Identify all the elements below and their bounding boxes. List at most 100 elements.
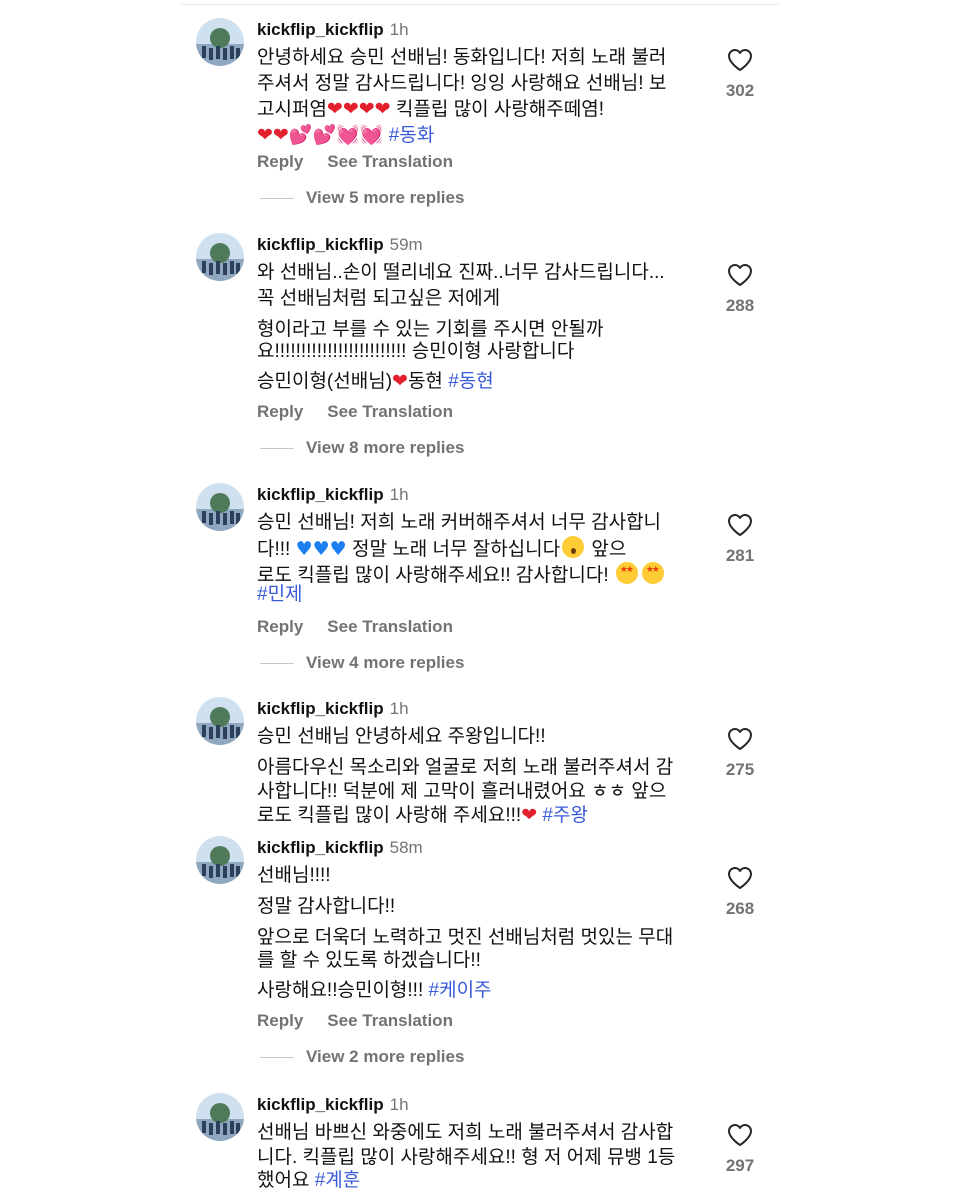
avatar[interactable] <box>196 697 244 745</box>
view-more-label: View 8 more replies <box>306 438 465 457</box>
pink-hearts-emoji: 💕💕💓💓 <box>288 124 384 146</box>
blue-heart-emoji: ♥♥♥ <box>295 538 347 560</box>
red-heart-emoji: ❤ <box>521 804 538 826</box>
astonished-face-emoji <box>562 536 585 558</box>
view-more-label: View 5 more replies <box>306 188 465 207</box>
reply-button[interactable]: Reply <box>257 152 303 171</box>
like-button[interactable]: 302 <box>720 48 760 101</box>
comment-text: 를 할 수 있도록 하겠습니다!! <box>257 950 481 971</box>
reply-button[interactable]: Reply <box>257 617 303 636</box>
hashtag-link[interactable]: #케이주 <box>429 980 492 1001</box>
hashtag-link[interactable]: #민제 <box>257 584 303 605</box>
username[interactable]: kickflip_kickflip <box>257 20 384 39</box>
heart-outline-icon <box>728 1124 752 1146</box>
hashtag-link[interactable]: #계훈 <box>315 1170 361 1191</box>
like-count: 275 <box>725 760 755 779</box>
comment-text: 했어요 <box>257 1170 310 1191</box>
like-button[interactable]: 281 <box>720 513 760 566</box>
comment-text: 승민 선배님! 저희 노래 커버해주셔서 너무 감사합니 <box>257 512 662 533</box>
comment-text: 요!!!!!!!!!!!!!!!!!!!!!!!!! 승민이형 사랑합니다 <box>257 341 575 362</box>
like-button[interactable]: 268 <box>720 866 760 919</box>
divider <box>260 198 294 200</box>
reply-button[interactable]: Reply <box>257 1011 303 1030</box>
comment-text: 로도 킥플립 많이 사랑해 주세요!!! <box>257 805 522 826</box>
hashtag-link[interactable]: #동현 <box>448 371 494 392</box>
hashtag-line: #민제 <box>257 582 303 608</box>
comment-text: 로도 킥플립 많이 사랑해주세요!! 감사합니다! <box>257 565 609 586</box>
timestamp: 59m <box>389 235 423 254</box>
comment-text-line: 했어요 #계훈 <box>257 1168 360 1194</box>
view-more-replies-button[interactable]: View 4 more replies <box>260 653 464 673</box>
comment-text-line: 사랑해요!!승민이형!!! #케이주 <box>257 978 492 1004</box>
see-translation-button[interactable]: See Translation <box>327 1011 453 1030</box>
username[interactable]: kickflip_kickflip <box>257 235 384 254</box>
comment-text: 사랑해요!!승민이형!!! <box>257 980 424 1001</box>
divider <box>180 4 780 5</box>
view-more-replies-button[interactable]: View 5 more replies <box>260 188 464 208</box>
view-more-replies-button[interactable]: View 2 more replies <box>260 1047 464 1067</box>
red-heart-emoji: ❤ <box>392 370 408 392</box>
view-more-label: View 4 more replies <box>306 653 465 672</box>
comment-text: 고시퍼염 <box>257 99 327 120</box>
divider <box>260 1057 294 1059</box>
comment-text: 정말 감사합니다!! <box>257 896 396 917</box>
see-translation-button[interactable]: See Translation <box>327 617 453 636</box>
timestamp: 1h <box>389 485 409 504</box>
heart-outline-icon <box>728 728 752 750</box>
reply-button[interactable]: Reply <box>257 402 303 421</box>
comment-text: 안녕하세요 승민 선배님! 동화입니다! 저희 노래 불러 <box>257 47 667 68</box>
view-more-label: View 2 more replies <box>306 1047 465 1066</box>
comment-text-line: ❤❤💕💕💓💓 #동화 <box>257 122 434 149</box>
like-count: 297 <box>725 1156 755 1175</box>
divider <box>260 448 294 450</box>
username[interactable]: kickflip_kickflip <box>257 485 384 504</box>
avatar[interactable] <box>196 233 244 281</box>
timestamp: 1h <box>389 20 409 39</box>
timestamp: 58m <box>389 838 423 857</box>
avatar[interactable] <box>196 483 244 531</box>
comment-text: 정말 노래 너무 잘하십니다 <box>352 539 561 560</box>
comment-text: 승민 선배님 안녕하세요 주왕입니다!! <box>257 726 546 747</box>
comment-text: 와 선배님..손이 떨리네요 진짜..너무 감사드립니다... <box>257 262 665 283</box>
username[interactable]: kickflip_kickflip <box>257 699 384 718</box>
heart-outline-icon <box>728 867 752 889</box>
view-more-replies-button[interactable]: View 8 more replies <box>260 438 464 458</box>
like-count: 268 <box>725 899 755 918</box>
comment-text: 선배님!!!! <box>257 865 331 886</box>
avatar[interactable] <box>196 836 244 884</box>
star-struck-emoji <box>615 562 638 584</box>
comment-text: 꼭 선배님처럼 되고싶은 저에게 <box>257 288 501 309</box>
comment-text-line: 로도 킥플립 많이 사랑해 주세요!!!❤ #주왕 <box>257 802 588 829</box>
comment-text: 아름다우신 목소리와 얼굴로 저희 노래 불러주셔서 감 <box>257 757 674 778</box>
heart-outline-icon <box>728 49 752 71</box>
red-heart-emoji: ❤❤❤❤ <box>326 98 391 120</box>
avatar[interactable] <box>196 1093 244 1141</box>
comment-text: 앞으 <box>591 539 627 560</box>
star-struck-emoji <box>641 562 664 584</box>
see-translation-button[interactable]: See Translation <box>327 152 453 171</box>
like-button[interactable]: 288 <box>720 263 760 316</box>
comment-text-line: 승민이형(선배님)❤동현 #동현 <box>257 368 494 395</box>
like-count: 281 <box>725 546 755 565</box>
like-button[interactable]: 275 <box>720 727 760 780</box>
comment-text-line: 고시퍼염❤❤❤❤ 킥플립 많이 사랑해주떼염! <box>257 96 604 123</box>
avatar[interactable] <box>196 18 244 66</box>
see-translation-button[interactable]: See Translation <box>327 402 453 421</box>
hashtag-link[interactable]: #동화 <box>389 125 435 146</box>
comment-text: 승민이형(선배님) <box>257 371 393 392</box>
comment-text-line: 로도 킥플립 많이 사랑해주세요!! 감사합니다! <box>257 562 666 589</box>
like-count: 288 <box>725 296 755 315</box>
comment-text: 킥플립 많이 사랑해주떼염! <box>395 99 605 120</box>
comment-text-line: 다!!! ♥♥♥ 정말 노래 너무 잘하십니다 앞으 <box>257 536 626 563</box>
username[interactable]: kickflip_kickflip <box>257 838 384 857</box>
comment-text: 선배님 바쁘신 와중에도 저희 노래 불러주셔서 감사합 <box>257 1122 674 1143</box>
red-heart-emoji: ❤❤ <box>257 124 289 146</box>
hashtag-link[interactable]: #주왕 <box>542 805 588 826</box>
timestamp: 1h <box>389 1095 409 1114</box>
like-count: 302 <box>725 81 755 100</box>
comment-text: 동현 <box>407 371 443 392</box>
timestamp: 1h <box>389 699 409 718</box>
heart-outline-icon <box>728 264 752 286</box>
like-button[interactable]: 297 <box>720 1123 760 1176</box>
username[interactable]: kickflip_kickflip <box>257 1095 384 1114</box>
